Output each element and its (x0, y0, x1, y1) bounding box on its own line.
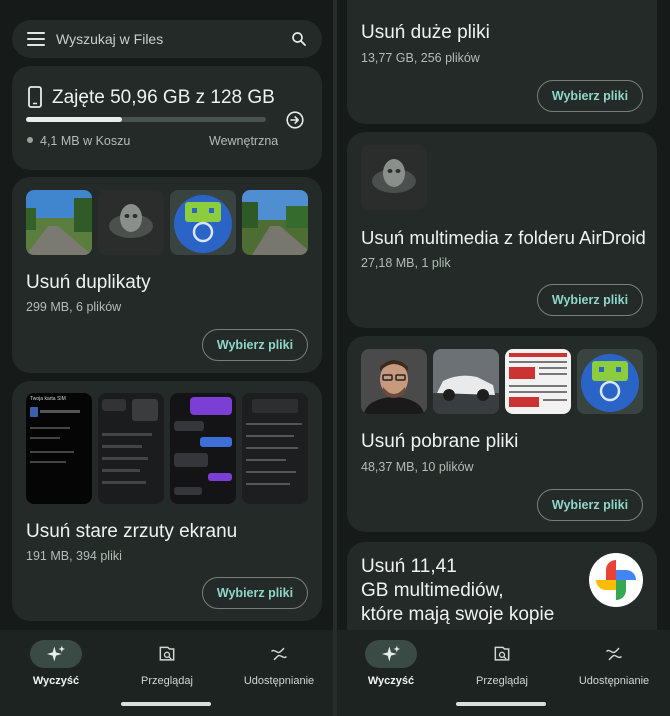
nav-item-share[interactable]: Udostępnianie (564, 640, 664, 687)
search-icon[interactable] (290, 30, 308, 48)
airdroid-title: Usuń multimedia z folderu AirDroid (361, 227, 646, 248)
duplicates-select-button[interactable]: Wybierz pliki (202, 329, 308, 361)
duplicate-thumb-road (26, 190, 92, 255)
screenshot-thumb-settings (242, 393, 308, 504)
duplicate-thumb-street (242, 190, 308, 255)
nav-item-clean[interactable]: Wyczyść (6, 640, 106, 687)
storage-progress-fill (26, 117, 122, 122)
sim-card-title: Twoja karta SIM (30, 396, 66, 402)
airdroid-select-button[interactable]: Wybierz pliki (537, 284, 643, 316)
bottom-navigation: Wyczyść Przeglądaj Udostępnianie (337, 630, 670, 716)
gesture-handle[interactable] (456, 702, 546, 706)
large-files-title: Usuń duże pliki (361, 22, 490, 43)
search-placeholder: Wyszukaj w Files (56, 31, 164, 47)
arrow-right-icon[interactable] (286, 111, 304, 129)
bottom-navigation: Wyczyść Przeglądaj Udostępnianie (0, 630, 333, 716)
nav-label-clean: Wyczyść (367, 675, 415, 687)
screenshots-select-button[interactable]: Wybierz pliki (202, 577, 308, 609)
storage-progress-bar (26, 117, 266, 122)
browse-icon (159, 646, 175, 661)
phone-icon (28, 86, 42, 108)
share-icon (605, 647, 623, 661)
download-thumb-app (577, 349, 643, 414)
nav-item-browse[interactable]: Przeglądaj (117, 640, 217, 687)
screenshot-thumb-chat1 (98, 393, 164, 504)
nav-label-share: Udostępnianie (243, 675, 315, 687)
duplicate-thumb-face (98, 190, 164, 255)
backup-line-3: które mają swoje kopie (361, 604, 555, 625)
google-photos-icon (589, 553, 643, 607)
duplicates-size: 299 MB, 6 plików (26, 300, 122, 314)
downloads-size: 48,37 MB, 10 plików (361, 460, 474, 474)
nav-label-clean: Wyczyść (32, 675, 80, 687)
download-thumb-car (433, 349, 499, 414)
storage-location: Wewnętrzna (209, 134, 279, 148)
screenshot-thumb-chat2 (170, 393, 236, 504)
search-bar[interactable]: Wyszukaj w Files (12, 20, 322, 58)
sparkle-icon (46, 645, 66, 662)
menu-icon[interactable] (27, 32, 45, 46)
screenshots-title: Usuń stare zrzuty ekranu (26, 521, 238, 542)
downloads-select-button[interactable]: Wybierz pliki (537, 489, 643, 521)
nav-item-browse[interactable]: Przeglądaj (452, 640, 552, 687)
browse-icon (494, 646, 510, 661)
airdroid-size: 27,18 MB, 1 plik (361, 256, 451, 270)
gesture-handle[interactable] (121, 702, 211, 706)
large-files-size: 13,77 GB, 256 plików (361, 51, 480, 65)
screenshot-thumb-sim: Twoja karta SIM (26, 393, 92, 504)
airdroid-thumb-face (361, 145, 427, 210)
backup-line-1: Usuń 11,41 (361, 556, 457, 577)
trash-dot-icon (27, 137, 33, 143)
nav-item-clean[interactable]: Wyczyść (341, 640, 441, 687)
duplicate-thumb-app (170, 190, 236, 255)
nav-item-share[interactable]: Udostępnianie (229, 640, 329, 687)
screenshots-size: 191 MB, 394 pliki (26, 549, 122, 563)
right-screen: Usuń duże pliki 13,77 GB, 256 plików Wyb… (337, 0, 670, 716)
trash-size: 4,1 MB w Koszu (40, 134, 131, 148)
left-screen: Wyszukaj w Files Zajęte 50,96 GB z 128 G… (0, 0, 333, 716)
duplicates-title: Usuń duplikaty (26, 272, 151, 293)
downloads-title: Usuń pobrane pliki (361, 431, 519, 452)
nav-label-share: Udostępnianie (578, 675, 650, 687)
download-thumb-document (505, 349, 571, 414)
nav-label-browse: Przeglądaj (141, 675, 193, 687)
large-files-select-button[interactable]: Wybierz pliki (537, 80, 643, 112)
storage-title: Zajęte 50,96 GB z 128 GB (52, 87, 275, 108)
download-thumb-portrait (361, 349, 427, 414)
backup-line-2: GB multimediów, (361, 580, 504, 601)
nav-label-browse: Przeglądaj (476, 675, 528, 687)
sparkle-icon (381, 645, 401, 662)
share-icon (270, 647, 288, 661)
